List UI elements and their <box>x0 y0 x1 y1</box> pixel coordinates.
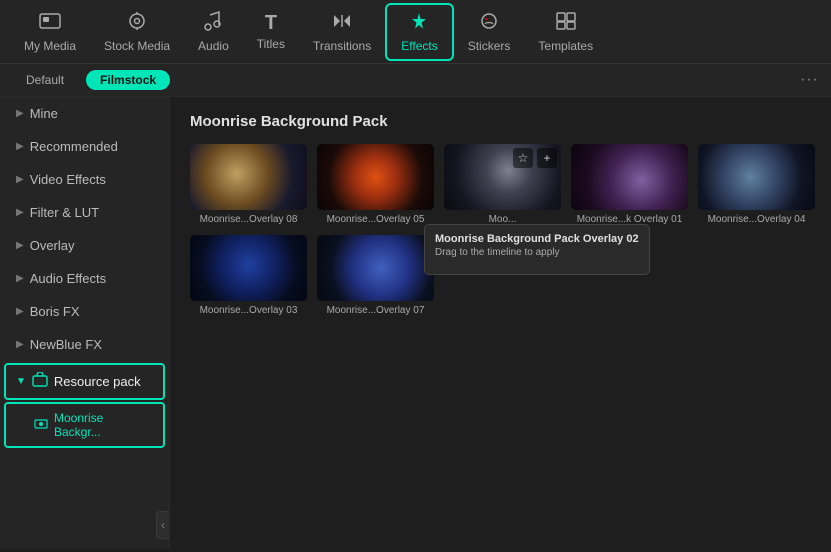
arrow-icon: ▶ <box>16 339 24 350</box>
nav-transitions[interactable]: Transitions <box>299 5 385 59</box>
arrow-icon: ▶ <box>16 207 24 218</box>
sidebar-item-newblue-fx[interactable]: ▶ NewBlue FX <box>0 328 169 361</box>
nav-effects[interactable]: Effects <box>385 3 453 61</box>
list-item[interactable]: Moonrise...Overlay 04 <box>698 144 815 225</box>
thumb-overlay-01 <box>571 144 688 210</box>
nav-my-media[interactable]: My Media <box>10 5 90 59</box>
thumb-action-buttons: ☆ + <box>513 148 557 168</box>
transitions-icon <box>331 11 353 35</box>
nav-stock-media[interactable]: Stock Media <box>90 5 184 59</box>
sidebar-item-filter-lut-label: Filter & LUT <box>30 205 99 220</box>
item-label: Moonrise...Overlay 03 <box>190 305 307 316</box>
templates-icon <box>555 11 577 35</box>
main-layout: ▶ Mine ▶ Recommended ▶ Video Effects ▶ F… <box>0 97 831 549</box>
titles-icon: T <box>265 13 277 33</box>
collapse-icon: ‹ <box>161 518 165 532</box>
arrow-icon: ▶ <box>16 306 24 317</box>
sidebar-item-filter-lut[interactable]: ▶ Filter & LUT <box>0 196 169 229</box>
sidebar-item-recommended[interactable]: ▶ Recommended <box>0 130 169 163</box>
list-item[interactable]: Moonrise...k Overlay 01 <box>571 144 688 225</box>
sidebar-item-video-effects[interactable]: ▶ Video Effects <box>0 163 169 196</box>
effects-icon <box>408 11 430 35</box>
sidebar: ▶ Mine ▶ Recommended ▶ Video Effects ▶ F… <box>0 97 170 549</box>
favorite-button[interactable]: ☆ <box>513 148 533 168</box>
thumb-overlay-04 <box>698 144 815 210</box>
more-options-button[interactable]: ··· <box>800 71 819 89</box>
moonrise-icon <box>34 417 48 434</box>
nav-my-media-label: My Media <box>24 39 76 53</box>
thumb-overlay-05 <box>317 144 434 210</box>
nav-templates-label: Templates <box>538 39 593 53</box>
list-item[interactable]: Moonrise...Overlay 07 <box>317 235 434 316</box>
sidebar-item-overlay[interactable]: ▶ Overlay <box>0 229 169 262</box>
sidebar-item-boris-fx[interactable]: ▶ Boris FX <box>0 295 169 328</box>
audio-icon <box>203 11 223 35</box>
sidebar-item-video-effects-label: Video Effects <box>30 172 106 187</box>
item-label: Moonrise...Overlay 05 <box>317 214 434 225</box>
nav-effects-label: Effects <box>401 39 437 53</box>
stickers-icon <box>478 11 500 35</box>
sidebar-item-mine-label: Mine <box>30 106 58 121</box>
effects-grid: Moonrise...Overlay 08 Moonrise...Overlay… <box>190 144 815 316</box>
filter-default[interactable]: Default <box>12 70 78 90</box>
nav-stickers[interactable]: Stickers <box>454 5 525 59</box>
sidebar-item-recommended-label: Recommended <box>30 139 118 154</box>
list-item[interactable]: Moonrise...Overlay 08 <box>190 144 307 225</box>
nav-audio[interactable]: Audio <box>184 5 243 59</box>
item-label: Moonrise...Overlay 08 <box>190 214 307 225</box>
sidebar-item-boris-fx-label: Boris FX <box>30 304 80 319</box>
nav-stock-media-label: Stock Media <box>104 39 170 53</box>
item-label: Moo... <box>444 214 561 225</box>
sidebar-item-audio-effects[interactable]: ▶ Audio Effects <box>0 262 169 295</box>
thumb-overlay-03 <box>190 235 307 301</box>
sidebar-item-newblue-fx-label: NewBlue FX <box>30 337 102 352</box>
sidebar-item-resource-pack-label: Resource pack <box>54 374 141 389</box>
tooltip-sub: Drag to the timeline to apply <box>435 247 639 258</box>
item-label: Moonrise...k Overlay 01 <box>571 214 688 225</box>
content-area: Moonrise Background Pack Moonrise...Over… <box>170 97 831 549</box>
my-media-icon <box>39 11 61 35</box>
thumb-overlay-08 <box>190 144 307 210</box>
sidebar-item-overlay-label: Overlay <box>30 238 75 253</box>
arrow-icon: ▶ <box>16 141 24 152</box>
list-item[interactable]: Moonrise...Overlay 05 <box>317 144 434 225</box>
pack-title: Moonrise Background Pack <box>190 113 815 130</box>
tooltip-title: Moonrise Background Pack Overlay 02 <box>435 233 639 245</box>
sidebar-sub-item-moonrise[interactable]: Moonrise Backgr... <box>4 402 165 448</box>
arrow-icon: ▶ <box>16 240 24 251</box>
nav-titles-label: Titles <box>257 37 285 51</box>
resource-pack-icon <box>32 372 48 391</box>
arrow-icon: ▶ <box>16 273 24 284</box>
nav-stickers-label: Stickers <box>468 39 511 53</box>
arrow-icon: ▶ <box>16 108 24 119</box>
sidebar-sub-item-moonrise-label: Moonrise Backgr... <box>54 411 143 439</box>
top-nav: My Media Stock Media Audio T Titles Tran… <box>0 0 831 64</box>
item-label: Moonrise...Overlay 07 <box>317 305 434 316</box>
item-label: Moonrise...Overlay 04 <box>698 214 815 225</box>
nav-titles[interactable]: T Titles <box>243 7 299 57</box>
nav-audio-label: Audio <box>198 39 229 53</box>
thumb-overlay-07 <box>317 235 434 301</box>
list-item[interactable]: ☆ + ··· Moo... Moonrise Background Pack … <box>444 144 561 225</box>
thumb-overlay-02: ☆ + ··· <box>444 144 561 210</box>
filter-bar: Default Filmstock ··· <box>0 64 831 97</box>
sidebar-collapse-button[interactable]: ‹ <box>156 511 169 539</box>
arrow-icon: ▶ <box>16 174 24 185</box>
tooltip-box: Moonrise Background Pack Overlay 02 Drag… <box>424 224 650 275</box>
add-button[interactable]: + <box>537 148 557 168</box>
sidebar-item-resource-pack[interactable]: ▼ Resource pack <box>4 363 165 400</box>
nav-transitions-label: Transitions <box>313 39 371 53</box>
arrow-down-icon: ▼ <box>16 376 26 387</box>
nav-templates[interactable]: Templates <box>524 5 607 59</box>
filter-filmstock[interactable]: Filmstock <box>86 70 170 90</box>
stock-media-icon <box>126 11 148 35</box>
sidebar-item-audio-effects-label: Audio Effects <box>30 271 106 286</box>
list-item[interactable]: Moonrise...Overlay 03 <box>190 235 307 316</box>
sidebar-item-mine[interactable]: ▶ Mine <box>0 97 169 130</box>
